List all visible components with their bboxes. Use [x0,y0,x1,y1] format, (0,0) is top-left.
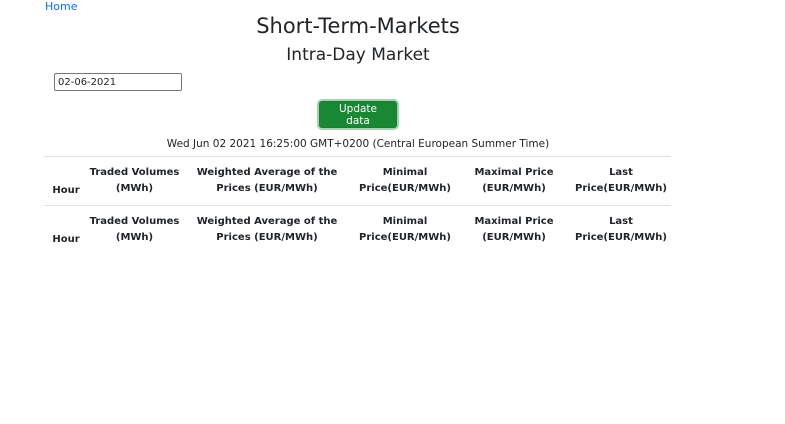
column-footer-traded-volumes: Traded Volumes (MWh) [89,216,180,243]
column-header-last-price: Last Price(EUR/MWh) [575,167,667,194]
table-footer-row: Hour Traded Volumes (MWh) Weighted Avera… [44,206,671,254]
timestamp: Wed Jun 02 2021 16:25:00 GMT+0200 (Centr… [166,138,550,150]
column-header-hour: Hour [52,185,80,196]
home-link[interactable]: Home [45,0,77,13]
update-data-button[interactable]: Update data [319,101,397,128]
column-header-traded-volumes: Traded Volumes (MWh) [89,167,180,194]
column-header-maximal-price: Maximal Price (EUR/MWh) [474,167,554,194]
column-footer-last-price: Last Price(EUR/MWh) [575,216,667,243]
table-header-row: Hour Traded Volumes (MWh) Weighted Avera… [44,157,671,205]
column-footer-minimal-price: Minimal Price(EUR/MWh) [359,216,451,243]
page-title: Short-Term-Markets [256,14,460,38]
column-footer-hour: Hour [52,234,80,245]
column-header-weighted-average: Weighted Average of the Prices (EUR/MWh) [196,167,338,194]
date-input[interactable] [54,73,182,91]
page-subtitle: Intra-Day Market [286,45,430,65]
column-footer-weighted-average: Weighted Average of the Prices (EUR/MWh) [196,216,338,243]
column-header-minimal-price: Minimal Price(EUR/MWh) [359,167,451,194]
column-footer-maximal-price: Maximal Price (EUR/MWh) [474,216,554,243]
